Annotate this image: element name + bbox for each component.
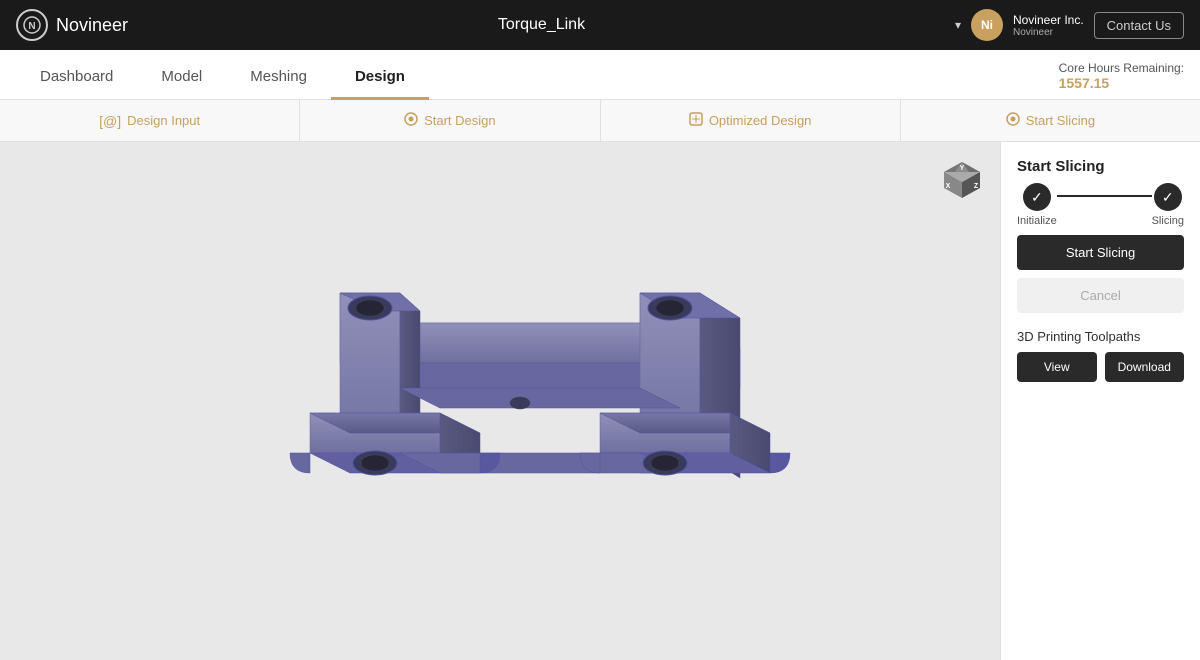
start-slicing-button[interactable]: Start Slicing <box>1017 235 1184 270</box>
sub-tab-design-input[interactable]: [@] Design Input <box>0 100 300 141</box>
start-slicing-icon <box>1006 112 1020 129</box>
right-panel: Start Slicing ✓ Initialize ✓ Slicing Sta… <box>1000 142 1200 660</box>
core-hours-panel: Core Hours Remaining: 1557.15 <box>1059 61 1184 99</box>
axis-cube[interactable]: Y X Z <box>940 158 984 202</box>
tab-meshing[interactable]: Meshing <box>226 68 331 100</box>
toolpaths-section: 3D Printing Toolpaths View Download <box>1017 325 1184 382</box>
core-hours-value: 1557.15 <box>1059 75 1184 91</box>
user-info: Novineer Inc. Novineer <box>1013 13 1084 38</box>
download-button[interactable]: Download <box>1105 352 1185 382</box>
svg-text:X: X <box>946 183 951 190</box>
brand-name: Novineer <box>56 15 128 36</box>
step-slicing-label: Slicing <box>1152 215 1184 227</box>
start-design-icon <box>404 112 418 129</box>
svg-text:Z: Z <box>974 183 979 190</box>
user-name: Novineer Inc. <box>1013 13 1084 27</box>
svg-text:N: N <box>28 21 35 32</box>
start-slicing-title: Start Slicing <box>1017 158 1184 175</box>
user-sub: Novineer <box>1013 27 1084 38</box>
step-slicing-circle: ✓ <box>1154 183 1182 211</box>
toolpath-buttons: View Download <box>1017 352 1184 382</box>
sub-tab-optimized-design-label: Optimized Design <box>709 113 812 128</box>
contact-us-button[interactable]: Contact Us <box>1094 12 1184 39</box>
nav-right: ▾ Ni Novineer Inc. Novineer Contact Us <box>955 9 1184 41</box>
3d-model <box>180 203 820 643</box>
tab-model[interactable]: Model <box>137 68 226 100</box>
svg-text:Y: Y <box>960 165 965 172</box>
logo-icon: N <box>16 9 48 41</box>
sub-tab-optimized-design[interactable]: Optimized Design <box>601 100 901 141</box>
sub-tab-start-design[interactable]: Start Design <box>300 100 600 141</box>
toolpaths-label: 3D Printing Toolpaths <box>1017 329 1184 344</box>
nav-dropdown-arrow[interactable]: ▾ <box>955 18 961 32</box>
tab-design[interactable]: Design <box>331 68 429 100</box>
main-tabs: Dashboard Model Meshing Design Core Hour… <box>0 50 1200 100</box>
core-hours-label: Core Hours Remaining: <box>1059 61 1184 75</box>
sub-tabs: [@] Design Input Start Design Optimized … <box>0 100 1200 142</box>
top-nav: N Novineer Torque_Link ▾ Ni Novineer Inc… <box>0 0 1200 50</box>
design-input-icon: [@] <box>99 113 121 129</box>
optimized-design-icon <box>689 112 703 129</box>
sub-tab-start-design-label: Start Design <box>424 113 496 128</box>
avatar: Ni <box>971 9 1003 41</box>
viewport: Y X Z <box>0 142 1000 660</box>
progress-steps: ✓ Initialize ✓ Slicing <box>1017 183 1184 227</box>
tab-dashboard[interactable]: Dashboard <box>16 68 137 100</box>
step-initialize: ✓ Initialize <box>1017 183 1057 227</box>
sub-tab-start-slicing-label: Start Slicing <box>1026 113 1095 128</box>
sub-tab-start-slicing[interactable]: Start Slicing <box>901 100 1200 141</box>
step-slicing: ✓ Slicing <box>1152 183 1184 227</box>
content-area: Y X Z <box>0 142 1200 660</box>
sub-tab-design-input-label: Design Input <box>127 113 200 128</box>
start-slicing-section: Start Slicing ✓ Initialize ✓ Slicing Sta… <box>1017 158 1184 313</box>
cancel-button[interactable]: Cancel <box>1017 278 1184 313</box>
logo-area: N Novineer <box>16 9 128 41</box>
view-button[interactable]: View <box>1017 352 1097 382</box>
nav-title: Torque_Link <box>498 16 585 34</box>
step-initialize-label: Initialize <box>1017 215 1057 227</box>
step-initialize-circle: ✓ <box>1023 183 1051 211</box>
step-connector <box>1057 195 1152 197</box>
